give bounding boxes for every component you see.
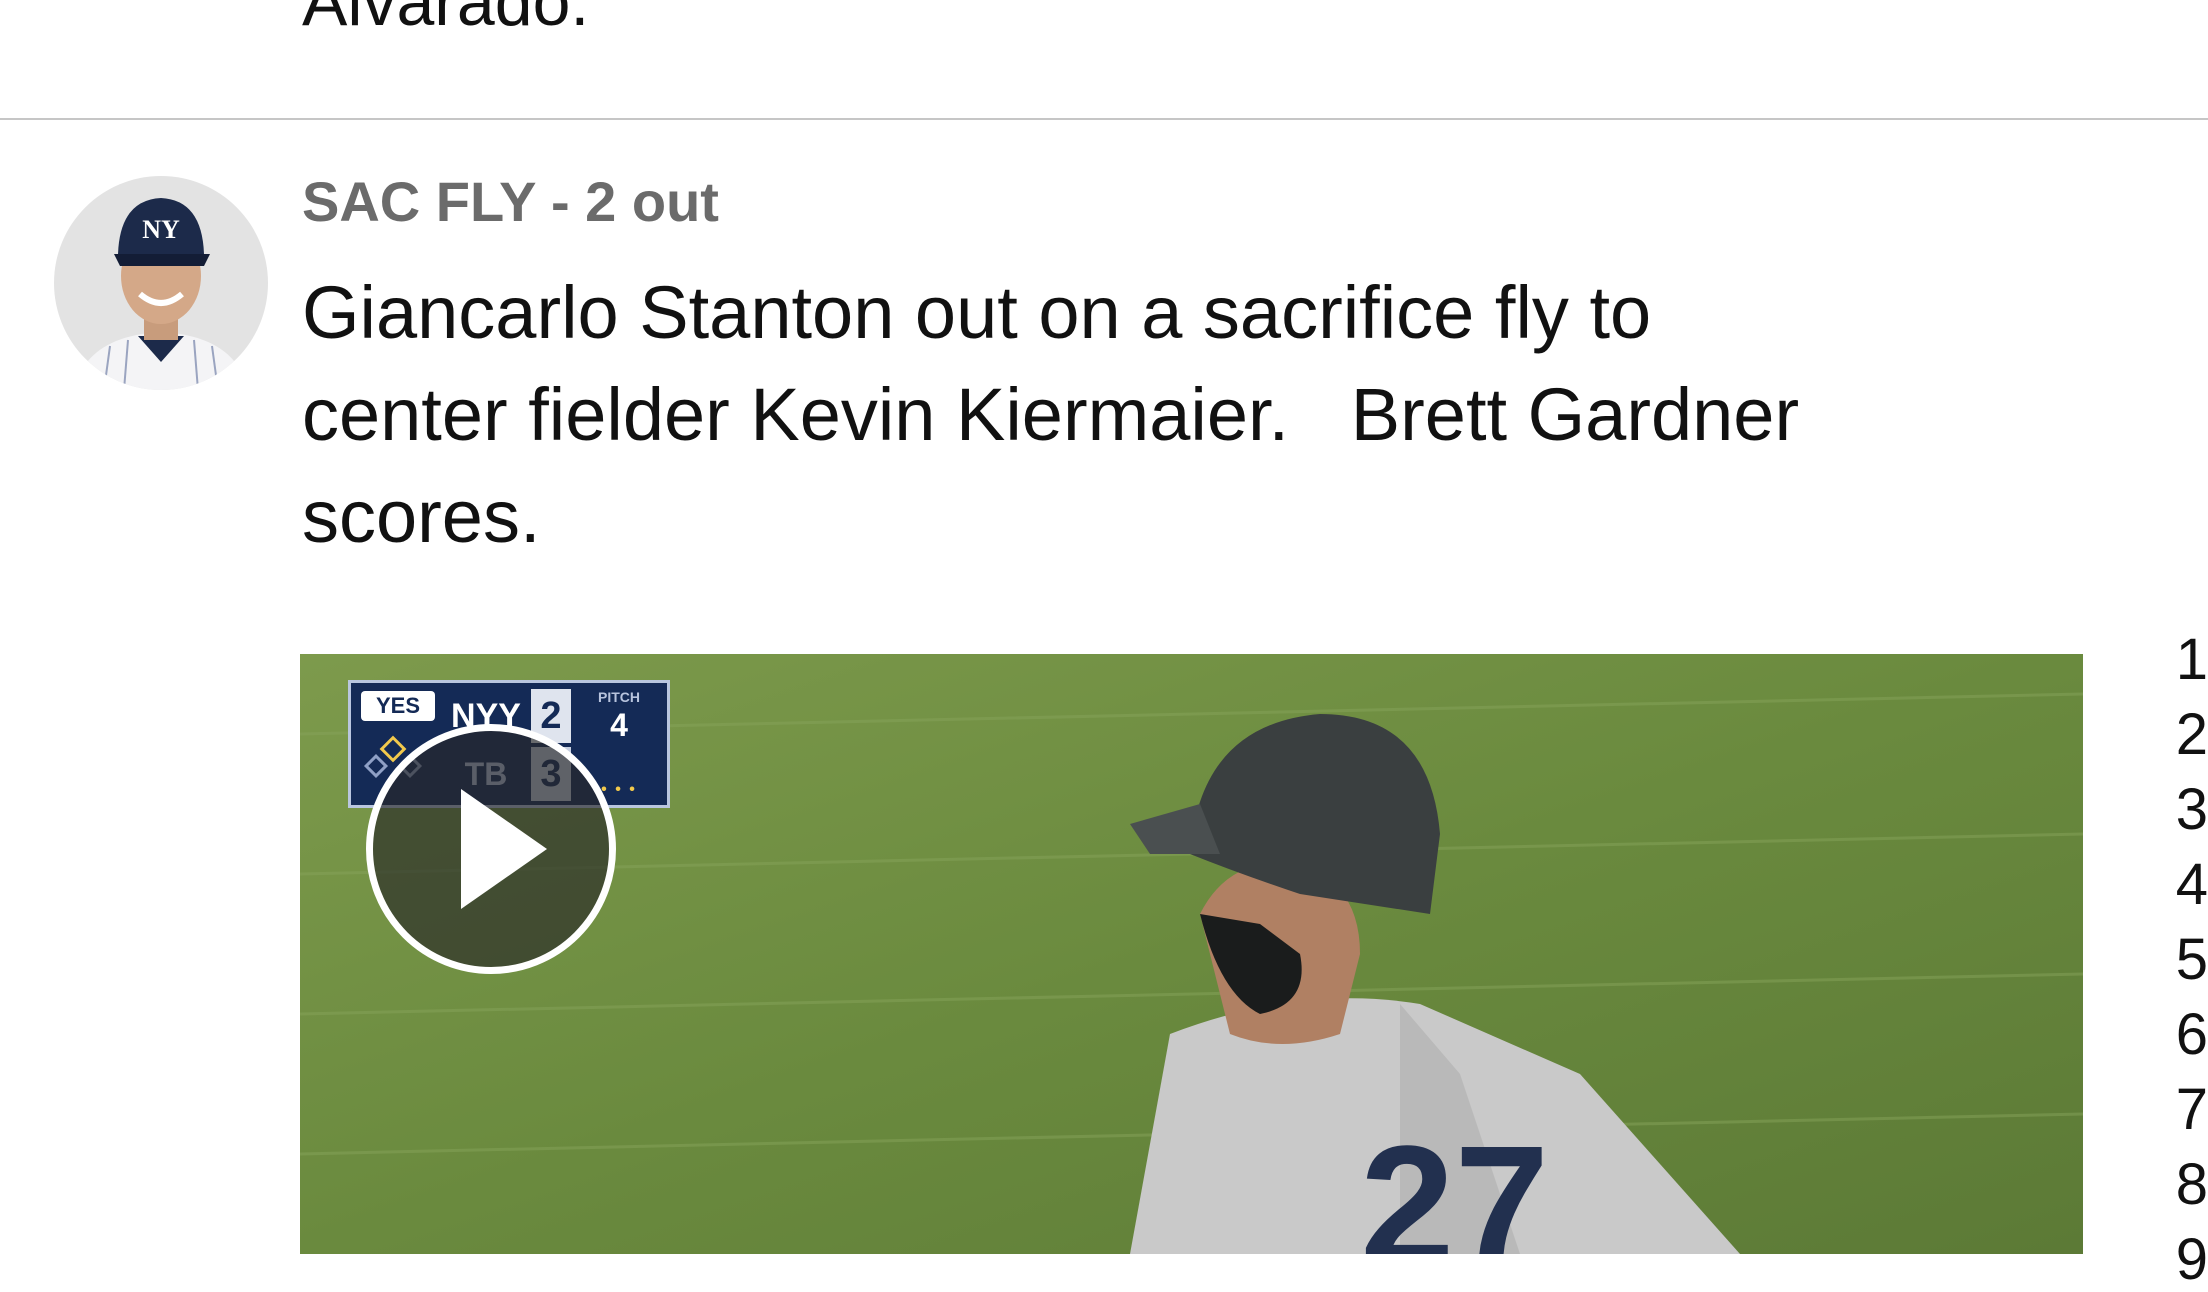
player-avatar[interactable]: NY bbox=[54, 176, 268, 390]
jersey-number-text: 27 bbox=[1360, 1111, 1549, 1254]
index-item-7[interactable]: 7 bbox=[2150, 1080, 2208, 1140]
play-icon bbox=[461, 789, 547, 909]
play-type-label: SAC FLY - 2 out bbox=[302, 170, 719, 233]
highlight-video[interactable]: 27 YES NYY 2 TB 3 PITCH 4 • • • bbox=[300, 654, 2083, 1254]
network-logo: YES bbox=[361, 691, 435, 721]
player-headshot-icon: NY bbox=[74, 198, 248, 390]
previous-play-text: Alvarado. bbox=[302, 0, 590, 40]
index-item-2[interactable]: 2 bbox=[2150, 705, 2208, 765]
pitch-label: PITCH bbox=[598, 689, 640, 705]
index-item-8[interactable]: 8 bbox=[2150, 1155, 2208, 1215]
play-description: Giancarlo Stanton out on a sacrifice fly… bbox=[302, 271, 1800, 558]
play-video-button[interactable] bbox=[366, 724, 616, 974]
play-divider bbox=[0, 118, 2208, 120]
index-item-6[interactable]: 6 bbox=[2150, 1005, 2208, 1065]
index-item-9[interactable]: 9 bbox=[2150, 1230, 2208, 1290]
index-item-3[interactable]: 3 bbox=[2150, 780, 2208, 840]
index-item-5[interactable]: 5 bbox=[2150, 930, 2208, 990]
index-item-4[interactable]: 4 bbox=[2150, 855, 2208, 915]
index-item-1[interactable]: 1 bbox=[2150, 630, 2208, 690]
svg-text:NY: NY bbox=[142, 215, 180, 244]
section-index-bar[interactable]: 1 2 3 4 5 6 7 8 9 bbox=[2150, 630, 2208, 1290]
